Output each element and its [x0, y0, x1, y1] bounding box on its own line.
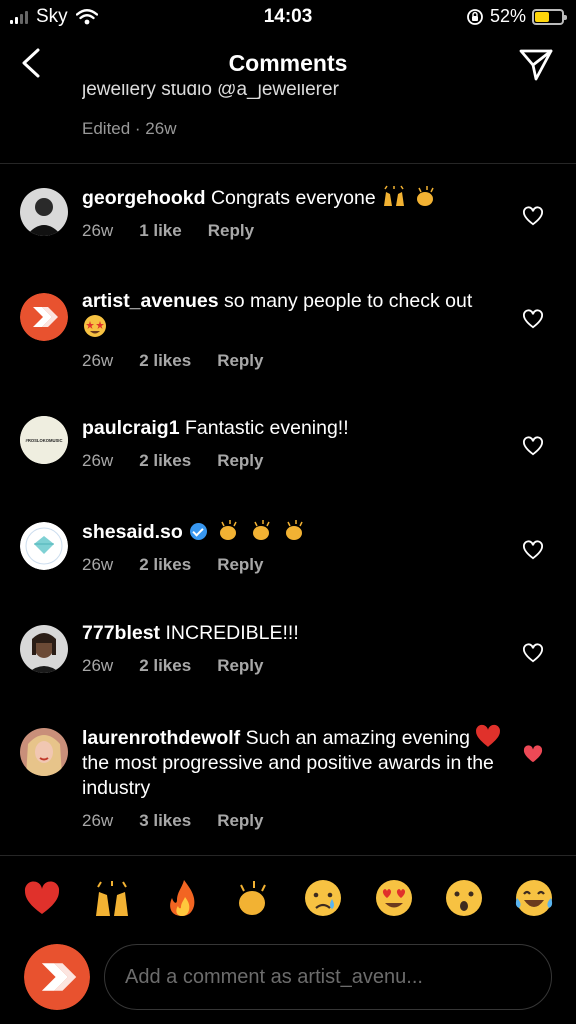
- avatar-photo: [20, 728, 68, 776]
- reply-button[interactable]: Reply: [217, 555, 263, 575]
- my-avatar: [24, 944, 90, 1010]
- surprised-face-icon[interactable]: [444, 878, 484, 918]
- likes-count[interactable]: 3 likes: [139, 811, 191, 831]
- star-struck-icon: [84, 315, 106, 337]
- avatar[interactable]: [20, 188, 68, 236]
- raising-hands-icon: [384, 185, 405, 206]
- comment-message: Such an amazing evening: [245, 727, 470, 749]
- clapping-hands-icon: [416, 186, 434, 206]
- username[interactable]: laurenrothdewolf: [82, 727, 240, 749]
- comment-meta: 26w 3 likes Reply: [82, 811, 502, 831]
- username[interactable]: 777blest: [82, 622, 160, 644]
- avatar[interactable]: [20, 625, 68, 673]
- comment-input[interactable]: Add a comment as artist_avenu...: [104, 944, 552, 1010]
- comment-text: georgehookd Congrats everyone: [82, 184, 502, 211]
- comment-text: paulcraig1 Fantastic evening!!: [82, 416, 502, 441]
- username[interactable]: georgehookd: [82, 187, 206, 209]
- avatar[interactable]: [20, 522, 68, 570]
- comment-meta: 26w 2 likes Reply: [82, 451, 502, 471]
- comment-meta: 26w 2 likes Reply: [82, 656, 502, 676]
- red-heart-icon: [476, 724, 501, 747]
- username[interactable]: shesaid.so: [82, 521, 183, 543]
- clapping-hands-icon[interactable]: [232, 878, 272, 918]
- heart-eyes-icon[interactable]: [374, 878, 414, 918]
- crying-face-icon[interactable]: [303, 878, 343, 918]
- divider: [0, 163, 576, 164]
- artist-avenues-logo-icon: [24, 944, 90, 1010]
- quick-reactions-bar: [0, 872, 576, 922]
- comment-age: 26w: [82, 351, 114, 370]
- divider: [0, 855, 576, 856]
- comment-message: so many people to check out: [224, 290, 473, 312]
- comment-message: Congrats everyone: [210, 187, 376, 209]
- shesaid-so-logo-icon: [20, 522, 68, 570]
- avatar[interactable]: [20, 728, 68, 776]
- comment-age: 26w: [82, 656, 114, 675]
- battery-fill: [535, 11, 549, 22]
- liked-heart-icon[interactable]: [522, 744, 544, 764]
- comment-text: artist_avenues so many people to check o…: [82, 289, 502, 341]
- fire-icon[interactable]: [162, 878, 202, 918]
- raising-hands-icon[interactable]: [92, 878, 132, 918]
- comment-composer: Add a comment as artist_avenu...: [0, 944, 576, 1012]
- likes-count[interactable]: 2 likes: [139, 656, 191, 676]
- likes-count[interactable]: 1 like: [139, 221, 182, 241]
- clapping-hands-icon: [219, 520, 237, 540]
- likes-count[interactable]: 2 likes: [139, 451, 191, 471]
- comment-meta: 26w 2 likes Reply: [82, 351, 502, 371]
- like-heart-icon[interactable]: [522, 643, 544, 663]
- like-heart-icon[interactable]: [522, 206, 544, 226]
- like-heart-icon[interactable]: [522, 436, 544, 456]
- direct-message-icon[interactable]: [518, 48, 554, 82]
- clapping-hands-icon: [286, 520, 304, 540]
- battery-icon: [532, 8, 567, 25]
- comment-age: 26w: [82, 555, 114, 574]
- comment-age: 26w: [82, 811, 114, 830]
- comment-text: laurenrothdewolf Such an amazing evening…: [82, 724, 502, 801]
- comment-meta: 26w 2 likes Reply: [82, 555, 502, 575]
- like-heart-icon[interactable]: [522, 540, 544, 560]
- avatar-photo: [20, 188, 68, 236]
- reply-button[interactable]: Reply: [217, 656, 263, 676]
- artist-avenues-logo-icon: [20, 293, 68, 341]
- avatar-logo-text: #ROSLOKOMUSIC: [26, 438, 63, 443]
- comment-message: INCREDIBLE!!!: [165, 622, 299, 644]
- avatar-photo: [20, 625, 68, 673]
- comment-text: 777blest INCREDIBLE!!!: [82, 621, 502, 646]
- comment-message: Fantastic evening!!: [184, 417, 349, 439]
- likes-count[interactable]: 2 likes: [139, 351, 191, 371]
- comment-message-continued: the most progressive and positive awards…: [82, 752, 494, 799]
- caption-meta: Edited · 26w: [82, 119, 177, 138]
- comment-text: shesaid.so: [82, 518, 502, 545]
- username[interactable]: paulcraig1: [82, 417, 180, 439]
- username[interactable]: artist_avenues: [82, 290, 219, 312]
- comment-input-placeholder: Add a comment as artist_avenu...: [125, 966, 423, 988]
- comment-age: 26w: [82, 221, 114, 240]
- caption-fragment: jewellery studio @a_jewellerer: [82, 84, 339, 100]
- reply-button[interactable]: Reply: [217, 351, 263, 371]
- red-heart-icon[interactable]: [22, 878, 62, 918]
- page-title: Comments: [228, 50, 348, 76]
- orientation-lock-icon: [467, 8, 483, 25]
- tears-of-joy-icon[interactable]: [514, 878, 554, 918]
- reply-button[interactable]: Reply: [217, 811, 263, 831]
- battery-group: 52%: [466, 6, 567, 27]
- avatar-logo: #ROSLOKOMUSIC: [20, 416, 68, 464]
- clapping-hands-icon: [253, 520, 270, 540]
- comment-meta: 26w 1 like Reply: [82, 221, 502, 241]
- like-heart-icon[interactable]: [522, 309, 544, 329]
- avatar[interactable]: [20, 293, 68, 341]
- avatar[interactable]: #ROSLOKOMUSIC: [20, 416, 68, 464]
- reply-button[interactable]: Reply: [217, 451, 263, 471]
- reply-button[interactable]: Reply: [208, 221, 254, 241]
- battery-percent: 52%: [489, 6, 526, 26]
- status-bar: Sky 14:03 52%: [0, 0, 576, 34]
- likes-count[interactable]: 2 likes: [139, 555, 191, 575]
- comment-age: 26w: [82, 451, 114, 470]
- verified-badge-icon: [190, 523, 208, 540]
